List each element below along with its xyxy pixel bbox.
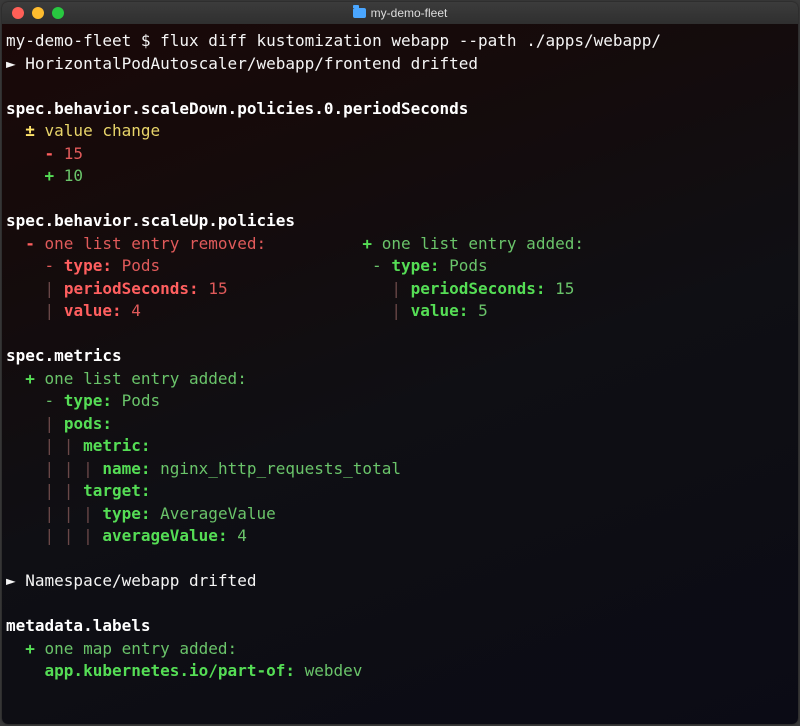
minimize-icon[interactable]: [32, 7, 44, 19]
m-metric-key: metric:: [83, 436, 150, 455]
label-key: app.kubernetes.io/part-of:: [45, 661, 305, 680]
command: flux diff kustomization webapp --path ./…: [160, 31, 661, 50]
pipe-icon: | | |: [45, 526, 93, 545]
rm-period-key: periodSeconds:: [64, 279, 209, 298]
rm-value-val: 4: [131, 301, 141, 320]
window-title: my-demo-fleet: [2, 6, 798, 20]
prompt-sep: $: [131, 31, 160, 50]
m-type-val: Pods: [122, 391, 161, 410]
m-ttype-key: type:: [102, 504, 160, 523]
section-path-2: spec.behavior.scaleUp.policies: [6, 211, 295, 230]
drift-marker: ►: [6, 571, 25, 590]
pipe-icon: |: [45, 414, 55, 433]
added-marker: +: [6, 369, 45, 388]
terminal-window: my-demo-fleet my-demo-fleet $ flux diff …: [2, 2, 798, 724]
minus-marker: -: [6, 144, 64, 163]
rm-period-val: 15: [208, 279, 227, 298]
m-ttype-val: AverageValue: [160, 504, 276, 523]
new-value: 10: [64, 166, 83, 185]
pipe-icon: | |: [45, 436, 74, 455]
pipe-icon: |: [391, 279, 401, 298]
added-marker: +: [6, 639, 45, 658]
col-pad: [266, 234, 343, 253]
folder-icon: [353, 8, 366, 18]
lbl-pad: [6, 661, 45, 680]
m-avg-val: 4: [237, 526, 247, 545]
close-icon[interactable]: [12, 7, 24, 19]
m-avg-key: averageValue:: [102, 526, 237, 545]
change-marker: ±: [6, 121, 45, 140]
section-path-3: spec.metrics: [6, 346, 122, 365]
removed-label: one list entry removed:: [45, 234, 267, 253]
m-type-key: type:: [64, 391, 122, 410]
ad-type-key: type:: [391, 256, 449, 275]
plus-marker: +: [6, 166, 64, 185]
added-label: one list entry added:: [382, 234, 584, 253]
ad-value-val: 5: [478, 301, 488, 320]
m-target-key: target:: [83, 481, 150, 500]
drift-object-1: HorizontalPodAutoscaler/webapp/frontend …: [25, 54, 478, 73]
traffic-lights: [2, 7, 64, 19]
ad-period-key: periodSeconds:: [411, 279, 556, 298]
rm-type-val: Pods: [122, 256, 161, 275]
old-value: 15: [64, 144, 83, 163]
value-change-label: value change: [45, 121, 161, 140]
removed-marker: -: [6, 234, 45, 253]
ad-type-val: Pods: [449, 256, 488, 275]
label-val: webdev: [305, 661, 363, 680]
m-l1a: -: [6, 391, 64, 410]
terminal-body[interactable]: my-demo-fleet $ flux diff kustomization …: [2, 24, 798, 724]
drift-marker: ►: [6, 54, 25, 73]
drift-object-2: Namespace/webapp drifted: [25, 571, 256, 590]
added-label: one map entry added:: [45, 639, 238, 658]
rm-type-key: type:: [64, 256, 122, 275]
pipe-icon: |: [45, 279, 55, 298]
rm-value-key: value:: [64, 301, 131, 320]
ad-l1a: -: [353, 256, 392, 275]
pipe-icon: |: [391, 301, 401, 320]
m-name-val: nginx_http_requests_total: [160, 459, 401, 478]
added-marker: +: [343, 234, 382, 253]
ad-value-key: value:: [411, 301, 478, 320]
ad-period-val: 15: [555, 279, 574, 298]
pipe-icon: | | |: [45, 504, 93, 523]
added-label: one list entry added:: [45, 369, 247, 388]
zoom-icon[interactable]: [52, 7, 64, 19]
rm-l1a: -: [6, 256, 64, 275]
pipe-icon: | |: [45, 481, 74, 500]
pipe-icon: | | |: [45, 459, 93, 478]
section-path-1: spec.behavior.scaleDown.policies.0.perio…: [6, 99, 468, 118]
section-path-4: metadata.labels: [6, 616, 151, 635]
titlebar: my-demo-fleet: [2, 2, 798, 24]
m-name-key: name:: [102, 459, 160, 478]
window-title-text: my-demo-fleet: [371, 6, 448, 20]
prompt-cwd: my-demo-fleet: [6, 31, 131, 50]
m-pods-key: pods:: [64, 414, 112, 433]
pipe-icon: |: [45, 301, 55, 320]
